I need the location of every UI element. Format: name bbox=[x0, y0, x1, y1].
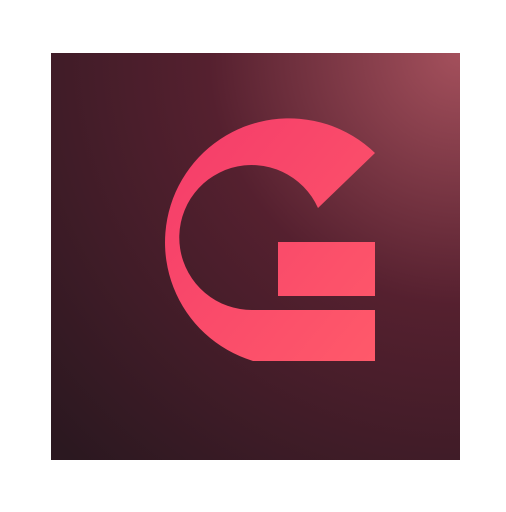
icon-tile-background bbox=[51, 53, 460, 460]
app-logo-icon bbox=[51, 53, 460, 460]
letter-g-crossbar bbox=[278, 242, 375, 296]
app-logo-svg bbox=[51, 53, 460, 460]
page bbox=[0, 0, 506, 512]
